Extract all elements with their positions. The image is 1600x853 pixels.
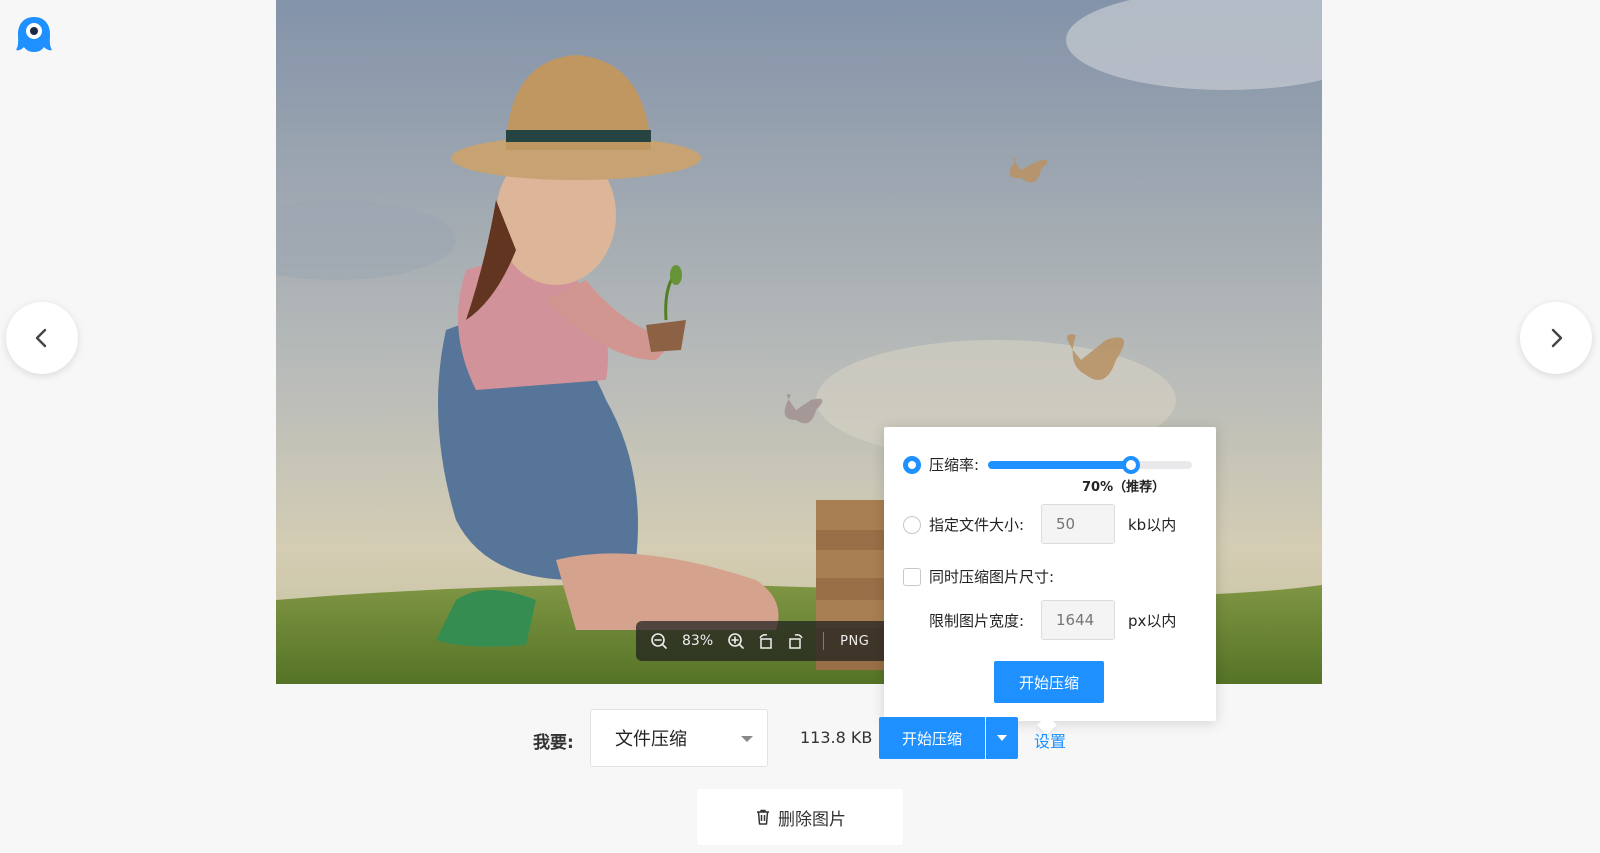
- file-size-unit: kb以内: [1128, 516, 1177, 534]
- next-image-button[interactable]: [1520, 302, 1592, 374]
- file-size-radio[interactable]: [903, 516, 921, 534]
- delete-image-button[interactable]: 删除图片: [697, 789, 903, 845]
- compression-rate-radio[interactable]: [903, 456, 921, 474]
- slider-thumb[interactable]: [1122, 456, 1140, 474]
- chevron-right-icon: [1551, 328, 1563, 348]
- chevron-left-icon: [35, 328, 47, 348]
- delete-image-label: 删除图片: [778, 809, 846, 830]
- width-limit-input[interactable]: [1041, 600, 1115, 640]
- image-toolbar: 83% PNG: [636, 621, 886, 661]
- width-limit-label: 限制图片宽度:: [929, 612, 1025, 630]
- app-logo[interactable]: [13, 14, 55, 56]
- previous-image-button[interactable]: [6, 302, 78, 374]
- toolbar-divider: [823, 632, 825, 650]
- zoom-out-icon[interactable]: [648, 630, 670, 652]
- zoom-in-icon[interactable]: [725, 630, 747, 652]
- mode-select-value: 文件压缩: [615, 729, 687, 750]
- compression-rate-label: 压缩率:: [929, 456, 980, 474]
- compression-rate-slider[interactable]: [988, 456, 1192, 474]
- rotate-right-icon[interactable]: [785, 630, 807, 652]
- compression-settings-panel: 压缩率: 70%（推荐） 指定文件大小: kb以内 同时压缩图片尺寸: 限制图片…: [884, 427, 1216, 721]
- file-size-input[interactable]: [1041, 504, 1115, 544]
- compression-rate-note: 70%（推荐）: [1082, 480, 1166, 495]
- file-size-label: 指定文件大小:: [929, 516, 1025, 534]
- rotate-left-icon[interactable]: [755, 630, 777, 652]
- caret-down-icon: [997, 735, 1007, 741]
- file-size: 113.8 KB: [800, 728, 873, 747]
- panel-start-compress-button[interactable]: 开始压缩: [994, 661, 1104, 703]
- zoom-level: 83%: [682, 633, 714, 649]
- mascot-logo-icon: [16, 17, 52, 52]
- start-options-dropdown[interactable]: [986, 717, 1018, 759]
- slider-fill: [988, 461, 1131, 469]
- trash-icon: [754, 808, 772, 826]
- want-label: 我要:: [533, 733, 574, 753]
- chevron-down-icon: [741, 736, 753, 742]
- settings-link[interactable]: 设置: [1034, 728, 1066, 752]
- width-limit-unit: px以内: [1128, 612, 1177, 630]
- mode-select[interactable]: 文件压缩: [590, 709, 768, 767]
- image-format: PNG: [840, 633, 870, 649]
- resize-checkbox[interactable]: [903, 568, 921, 586]
- start-compress-button[interactable]: 开始压缩: [879, 717, 985, 759]
- resize-label: 同时压缩图片尺寸:: [929, 568, 1055, 586]
